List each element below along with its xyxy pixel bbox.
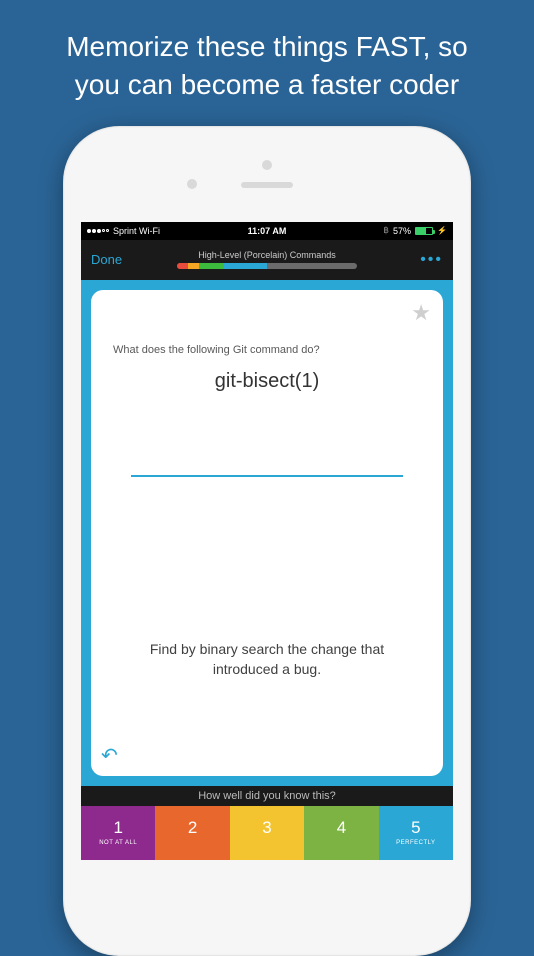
more-button[interactable]: •••	[420, 251, 443, 269]
charging-icon: ⚡	[437, 226, 447, 235]
progress-seg-2	[188, 263, 199, 269]
rating-button-5[interactable]: 5 PERFECTLY	[379, 806, 453, 860]
rating-sub: NOT AT ALL	[99, 840, 137, 848]
signal-dots-icon	[87, 229, 109, 233]
phone-sensor	[187, 179, 197, 189]
card-answer-block: Find by binary search the change that in…	[113, 559, 421, 762]
rating-button-3[interactable]: 3	[230, 806, 304, 860]
progress-seg-1	[177, 263, 188, 269]
rating-num: 2	[188, 818, 197, 838]
carrier-label: Sprint Wi-Fi	[113, 226, 160, 236]
status-left: Sprint Wi-Fi	[87, 226, 160, 236]
done-button[interactable]: Done	[91, 252, 122, 267]
clock-label: 11:07 AM	[248, 226, 287, 236]
rating-prompt: How well did you know this?	[81, 786, 453, 806]
rating-num: 4	[337, 818, 346, 838]
star-icon[interactable]: ★	[411, 300, 431, 326]
rating-button-4[interactable]: 4	[304, 806, 378, 860]
promo-line2: you can become a faster coder	[75, 69, 459, 100]
phone-frame: Sprint Wi-Fi 11:07 AM ฿ 57% ⚡ Done High-…	[63, 126, 471, 956]
question-label: What does the following Git command do?	[113, 344, 421, 356]
progress-seg-4	[224, 263, 267, 269]
rating-sub: PERFECTLY	[396, 840, 435, 848]
card-divider	[131, 475, 402, 477]
rating-num: 3	[262, 818, 271, 838]
status-right: ฿ 57% ⚡	[383, 225, 447, 236]
flashcard[interactable]: ★ What does the following Git command do…	[91, 290, 443, 776]
deck-title: High-Level (Porcelain) Commands	[177, 250, 357, 260]
phone-screen: Sprint Wi-Fi 11:07 AM ฿ 57% ⚡ Done High-…	[81, 222, 453, 860]
rating-num: 5	[411, 818, 420, 838]
card-area: ★ What does the following Git command do…	[81, 280, 453, 786]
bluetooth-icon: ฿	[383, 225, 389, 236]
promo-line1: Memorize these things FAST, so	[66, 31, 468, 62]
card-divider-block	[113, 393, 421, 559]
command-text: git-bisect(1)	[113, 370, 421, 393]
nav-center: High-Level (Porcelain) Commands	[177, 250, 357, 269]
rating-num: 1	[113, 818, 122, 838]
battery-icon	[415, 227, 433, 235]
progress-bar	[177, 263, 357, 269]
battery-pct: 57%	[393, 226, 411, 236]
rating-button-1[interactable]: 1 NOT AT ALL	[81, 806, 155, 860]
answer-text: Find by binary search the change that in…	[113, 640, 421, 679]
promo-headline: Memorize these things FAST, so you can b…	[0, 0, 534, 126]
progress-seg-3	[199, 263, 224, 269]
card-question-block: What does the following Git command do? …	[113, 304, 421, 393]
phone-speaker	[241, 182, 293, 188]
rating-bar: 1 NOT AT ALL 2 3 4 5 PERFECTLY	[81, 806, 453, 860]
nav-bar: Done High-Level (Porcelain) Commands •••	[81, 240, 453, 280]
status-bar: Sprint Wi-Fi 11:07 AM ฿ 57% ⚡	[81, 222, 453, 240]
undo-icon[interactable]: ↶	[101, 743, 118, 768]
rating-button-2[interactable]: 2	[155, 806, 229, 860]
